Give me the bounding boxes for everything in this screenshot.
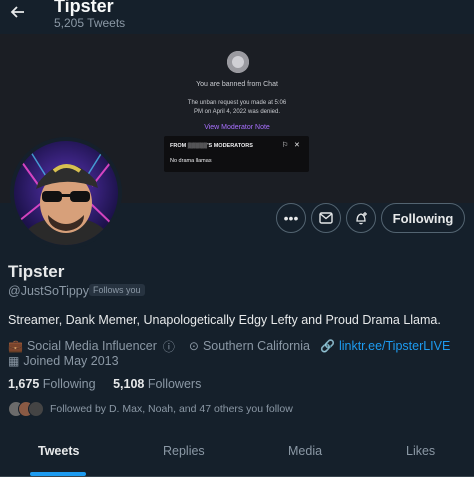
briefcase-icon: 💼 bbox=[8, 339, 23, 353]
tab-replies[interactable]: Replies bbox=[163, 444, 205, 458]
follows-you-badge: Follows you bbox=[89, 284, 145, 296]
profile-name: Tipster bbox=[8, 262, 65, 281]
tab-likes[interactable]: Likes bbox=[406, 444, 435, 458]
ban-icon bbox=[227, 51, 249, 73]
profile-handle: @JustSoTippy bbox=[8, 284, 90, 298]
followed-by[interactable]: Followed by D. Max, Noah, and 47 others … bbox=[8, 400, 293, 418]
profile-tabs: Tweets Replies Media Likes bbox=[0, 432, 474, 477]
header-title: Tipster bbox=[54, 0, 114, 16]
back-arrow-icon[interactable] bbox=[8, 2, 28, 22]
tab-tweets[interactable]: Tweets bbox=[38, 444, 79, 458]
following-count[interactable]: 1,675 Following bbox=[8, 377, 96, 391]
moderator-note-box: FROM ▒▒▒▒▒'S MODERATORS ⚐ ✕ No drama lla… bbox=[164, 136, 309, 172]
profile-header: Tipster 5,205 Tweets bbox=[0, 0, 474, 34]
more-icon: ••• bbox=[283, 210, 299, 226]
more-button[interactable]: ••• bbox=[276, 203, 306, 233]
message-button[interactable] bbox=[311, 203, 341, 233]
banned-text: You are banned from Chat bbox=[196, 81, 278, 88]
link-icon: 🔗 bbox=[319, 339, 335, 353]
profile-link[interactable]: linktr.ee/TipsterLIVE bbox=[339, 339, 450, 353]
notifications-button[interactable] bbox=[346, 203, 376, 233]
profile-bio: Streamer, Dank Memer, Unapologetically E… bbox=[8, 313, 441, 327]
profile-joined-row: ▦ Joined May 2013 bbox=[8, 353, 119, 369]
mod-note-text: No drama llamas bbox=[170, 158, 212, 164]
profile-joined: Joined May 2013 bbox=[23, 354, 119, 368]
follower-avatar bbox=[28, 401, 44, 417]
close-icon: ✕ bbox=[294, 142, 300, 149]
info-icon[interactable]: ⓘ bbox=[163, 338, 175, 355]
profile-location: Southern California bbox=[202, 339, 310, 353]
location-icon: ⊙ bbox=[188, 339, 199, 353]
followers-count[interactable]: 5,108 Followers bbox=[113, 377, 201, 391]
avatar[interactable] bbox=[14, 141, 118, 245]
bell-plus-icon bbox=[356, 212, 367, 225]
mod-from-text: FROM ▒▒▒▒▒'S MODERATORS bbox=[170, 143, 253, 149]
flag-icon: ⚐ bbox=[282, 142, 289, 149]
mail-icon bbox=[319, 212, 333, 224]
active-tab-indicator bbox=[30, 472, 86, 476]
unban-text: The unban request you made at 5:06 PM on… bbox=[187, 100, 287, 115]
moderator-note-link: View Moderator Note bbox=[204, 124, 270, 131]
tweet-count: 5,205 Tweets bbox=[54, 16, 126, 30]
tab-media[interactable]: Media bbox=[288, 444, 322, 458]
follow-counts: 1,675 Following 5,108 Followers bbox=[8, 377, 201, 391]
followed-by-text: Followed by D. Max, Noah, and 47 others … bbox=[50, 403, 293, 415]
profile-category: Social Media Influencer bbox=[26, 339, 157, 353]
profile-meta: 💼 Social Media Influencer ⓘ ⊙ Southern C… bbox=[8, 338, 450, 354]
following-button[interactable]: Following bbox=[381, 203, 465, 233]
calendar-icon: ▦ bbox=[8, 354, 20, 368]
